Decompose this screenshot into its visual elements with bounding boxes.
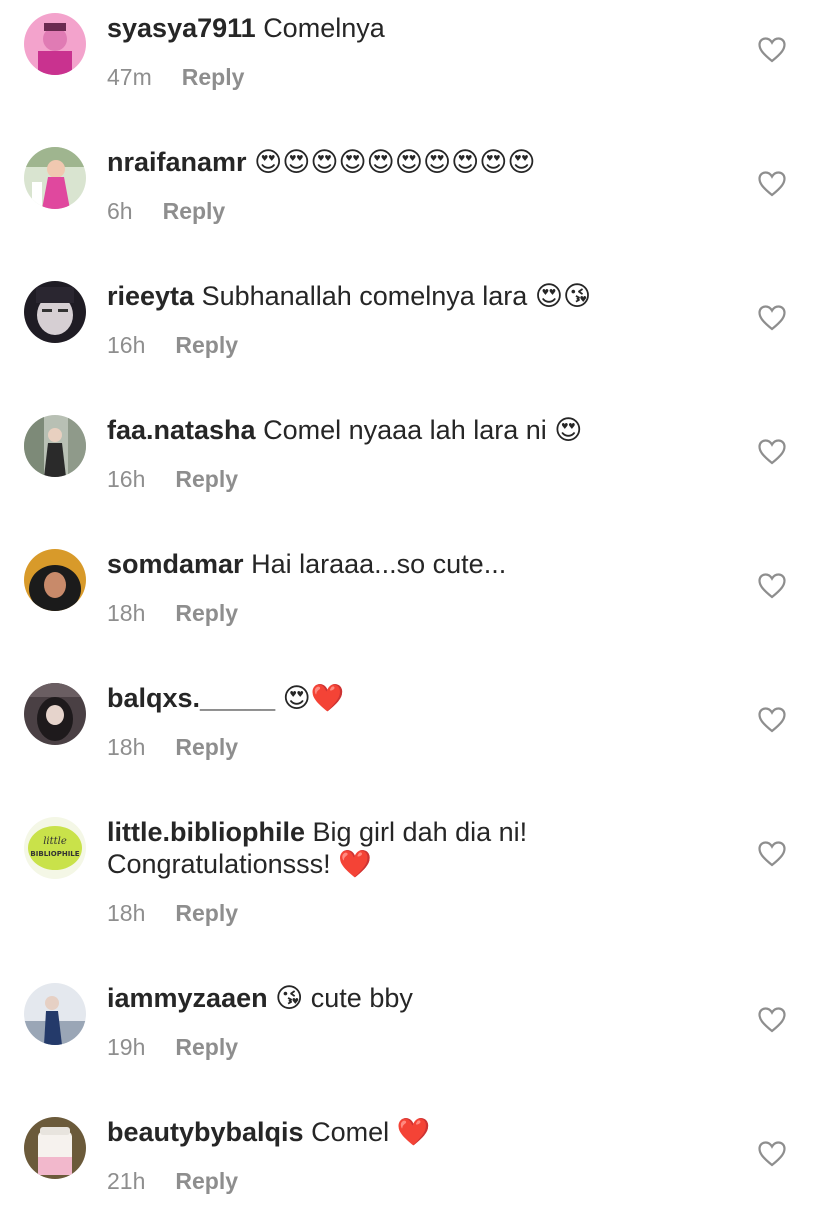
avatar[interactable] (24, 549, 86, 611)
comment-time: 19h (107, 1034, 146, 1060)
comment-username[interactable]: little.bibliophile (107, 817, 305, 847)
comment-text: Comelnya (263, 13, 385, 43)
comment-username[interactable]: syasya7911 (107, 13, 256, 43)
avatar[interactable]: little BIBLIOPHILE (24, 817, 86, 879)
avatar[interactable] (24, 683, 86, 745)
heart-outline-icon[interactable] (758, 1007, 786, 1033)
comment-username[interactable]: somdamar (107, 549, 244, 579)
comment-time: 16h (107, 466, 146, 492)
avatar[interactable] (24, 13, 86, 75)
comment-text: Hai laraaa...so cute... (251, 549, 507, 579)
comment-text: Comel (311, 1117, 390, 1147)
heart-outline-icon[interactable] (758, 171, 786, 197)
comment-emoji: ❤️ (338, 849, 372, 880)
comment-emoji: 😍😍😍😍😍😍😍😍😍😍 (254, 147, 536, 178)
comment-emoji: ❤️ (396, 1117, 431, 1148)
avatar[interactable] (24, 281, 86, 343)
reply-button[interactable]: Reply (175, 1034, 238, 1060)
comment-text-line2: Congratulationsss! (107, 849, 331, 879)
logo-line2: BIBLIOPHILE (30, 850, 79, 858)
comment-username[interactable]: balqxs._____ (107, 683, 275, 713)
comment-emoji: 😍❤️ (282, 683, 345, 714)
avatar[interactable] (24, 983, 86, 1045)
comment-text: Big girl dah dia ni! (312, 817, 528, 847)
comment-text: cute bby (310, 983, 413, 1013)
heart-outline-icon[interactable] (758, 841, 786, 867)
reply-button[interactable]: Reply (175, 600, 238, 626)
avatar[interactable] (24, 1117, 86, 1179)
comment-time: 21h (107, 1168, 146, 1194)
comment-time: 16h (107, 332, 146, 358)
reply-button[interactable]: Reply (175, 900, 238, 926)
comment-username[interactable]: rieeyta (107, 281, 194, 311)
heart-outline-icon[interactable] (758, 37, 786, 63)
heart-outline-icon[interactable] (758, 439, 786, 465)
reply-button[interactable]: Reply (175, 1168, 238, 1194)
comment-username[interactable]: faa.natasha (107, 415, 256, 445)
comment-text: Subhanallah comelnya lara (201, 281, 528, 311)
avatar[interactable] (24, 415, 86, 477)
comment-username[interactable]: nraifanamr (107, 147, 247, 177)
logo-line1: little (43, 836, 67, 847)
comment-time: 18h (107, 900, 146, 926)
reply-button[interactable]: Reply (175, 332, 238, 358)
comment-emoji: 😍 (554, 415, 583, 446)
heart-outline-icon[interactable] (758, 707, 786, 733)
heart-outline-icon[interactable] (758, 305, 786, 331)
comment-emoji: 😘 (275, 983, 304, 1014)
comment-emoji: 😍😘 (534, 281, 592, 312)
reply-button[interactable]: Reply (175, 466, 238, 492)
comment-time: 18h (107, 734, 146, 760)
comment-time: 18h (107, 600, 146, 626)
comment-time: 6h (107, 198, 133, 224)
reply-button[interactable]: Reply (182, 64, 245, 90)
reply-button[interactable]: Reply (175, 734, 238, 760)
comment-username[interactable]: iammyzaaen (107, 983, 268, 1013)
heart-outline-icon[interactable] (758, 1141, 786, 1167)
avatar[interactable] (24, 147, 86, 209)
comment-text: Comel nyaaa lah lara ni (263, 415, 547, 445)
comment-username[interactable]: beautybybalqis (107, 1117, 304, 1147)
comment-time: 47m (107, 64, 152, 90)
reply-button[interactable]: Reply (163, 198, 226, 224)
heart-outline-icon[interactable] (758, 573, 786, 599)
